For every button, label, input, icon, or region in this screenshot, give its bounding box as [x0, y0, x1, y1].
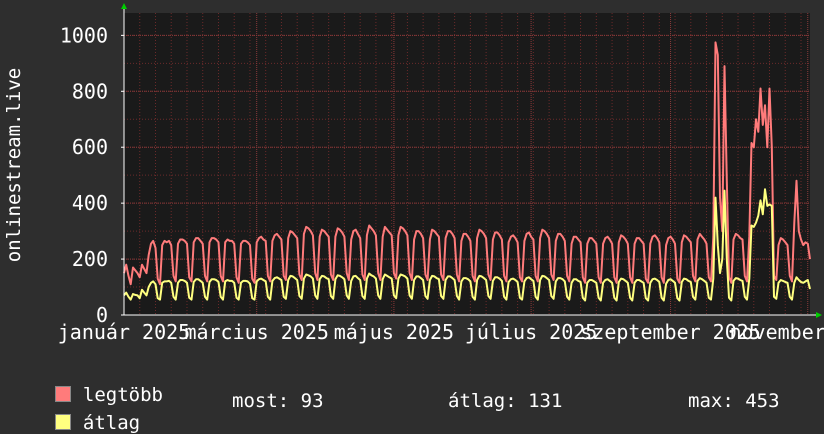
x-tick-label: március 2025 — [184, 320, 329, 344]
x-tick-label: május 2025 — [334, 320, 454, 344]
y-tick-labels: 02004006008001000 — [60, 23, 108, 327]
x-tick-label: július 2025 — [465, 320, 597, 344]
legend-swatch-avg — [54, 414, 71, 430]
y-tick-label: 200 — [72, 247, 108, 271]
stat-average: átlag: 131 — [448, 390, 563, 412]
stat-current: most: 93 — [232, 390, 324, 412]
legend-label-avg: átlag — [82, 412, 141, 434]
x-tick-label: január 2025 — [58, 320, 190, 344]
y-tick-label: 600 — [72, 135, 108, 159]
x-tick-label: november 2025 — [729, 320, 824, 344]
y-axis-label: onlinestream.live — [3, 68, 25, 262]
y-tick-label: 800 — [72, 79, 108, 103]
stat-max: max: 453 — [688, 390, 780, 412]
x-tick-labels: január 2025március 2025 május 2025 július … — [58, 320, 824, 344]
plot-background — [124, 13, 810, 315]
y-tick-label: 400 — [72, 191, 108, 215]
y-axis-arrow — [121, 3, 127, 9]
y-tick-label: 1000 — [60, 23, 108, 47]
legend-item-avg: átlag — [32, 390, 140, 434]
x-axis-arrow — [816, 312, 822, 318]
